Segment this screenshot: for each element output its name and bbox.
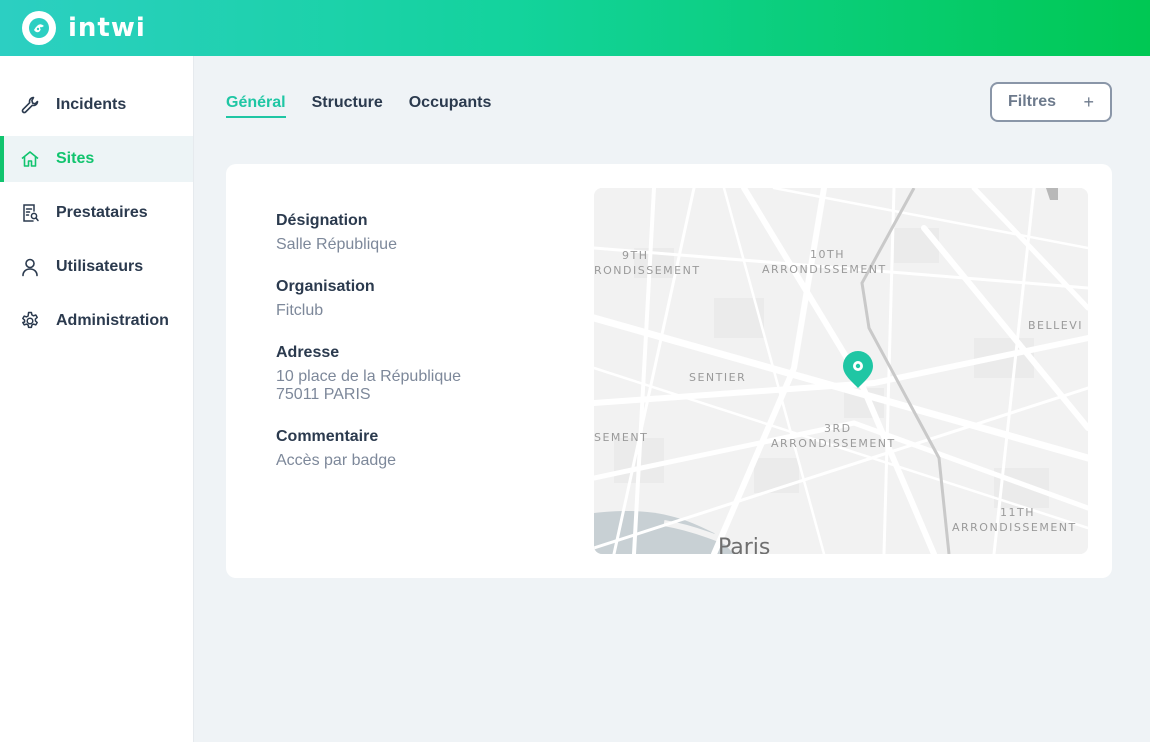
wrench-icon [20,95,40,115]
site-map[interactable]: 9TH RONDISSEMENT 10TH ARRONDISSEMENT BEL… [594,188,1088,554]
tab-structure[interactable]: Structure [312,94,383,118]
commentaire-value: Accès par badge [276,452,397,469]
main-content: Général Structure Occupants Filtres + Dé… [194,56,1150,742]
map-label-belleville: BELLEVI [1028,319,1083,332]
sidebar-item-administration[interactable]: Administration [0,298,193,344]
brand-name: intwi [68,13,146,43]
map-label-11th-b: ARRONDISSEMENT [952,521,1077,534]
tab-occupants[interactable]: Occupants [409,94,492,118]
top-bar: intwi [0,0,1150,56]
site-details-card: Désignation Salle République Organisatio… [226,164,1112,578]
home-icon [20,149,40,169]
map-label-3rd-b: ARRONDISSEMENT [771,437,896,450]
tab-bar: Général Structure Occupants [226,94,491,118]
map-label-2nd: SEMENT [594,431,648,444]
sidebar-item-prestataires[interactable]: Prestataires [0,190,193,236]
adresse-label: Adresse [276,344,340,361]
map-label-9th-a: 9TH [622,249,649,262]
adresse-line1: 10 place de la République [276,368,462,385]
sidebar-item-incidents[interactable]: Incidents [0,82,193,128]
sidebar-item-label: Incidents [56,96,127,113]
commentaire-label: Commentaire [276,428,379,445]
sidebar-item-label: Prestataires [56,204,148,221]
organisation-value: Fitclub [276,302,324,319]
organisation-label: Organisation [276,278,375,295]
sidebar-item-label: Sites [56,150,95,167]
sidebar-item-utilisateurs[interactable]: Utilisateurs [0,244,193,290]
tab-general[interactable]: Général [226,94,286,118]
commentaire-field: Commentaire Accès par badge [276,428,576,470]
sidebar-item-label: Administration [56,312,169,329]
map-label-3rd-a: 3RD [824,422,852,435]
gear-icon [20,311,40,331]
filters-button[interactable]: Filtres + [990,82,1112,122]
plus-icon: + [1083,91,1094,112]
map-label-paris: Paris [718,535,770,554]
map-label-9th-b: RONDISSEMENT [594,264,701,277]
filters-label: Filtres [1008,93,1057,110]
map-label-sentier: SENTIER [689,371,746,384]
map-label-11th-a: 11TH [1000,506,1035,519]
user-icon [20,257,40,277]
sidebar: Incidents Sites Prestataires Utilisateur… [0,56,194,742]
site-info: Désignation Salle République Organisatio… [276,212,576,494]
adresse-line2: 75011 PARIS [276,386,371,403]
designation-label: Désignation [276,212,368,229]
document-search-icon [20,203,40,223]
sidebar-item-label: Utilisateurs [56,258,144,275]
logo-icon [22,11,56,45]
designation-field: Désignation Salle République [276,212,576,254]
map-label-10th-b: ARRONDISSEMENT [762,263,887,276]
organisation-field: Organisation Fitclub [276,278,576,320]
designation-value: Salle République [276,236,397,253]
sidebar-item-sites[interactable]: Sites [0,136,193,182]
brand-logo[interactable]: intwi [22,11,146,45]
adresse-field: Adresse 10 place de la République 75011 … [276,344,576,404]
map-label-10th-a: 10TH [810,248,845,261]
